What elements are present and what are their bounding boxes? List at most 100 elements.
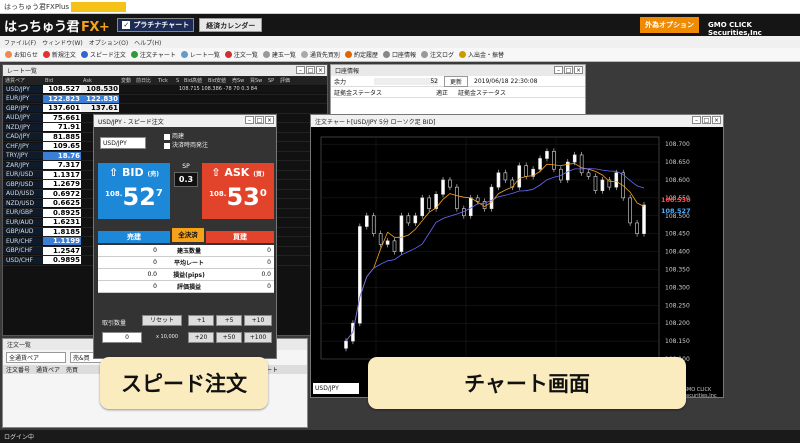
chart-screen-callout: チャート画面 (368, 357, 686, 409)
close-icon[interactable]: × (574, 66, 583, 74)
rate-bid[interactable]: 0.6972 (43, 189, 81, 198)
pair-filter-select[interactable]: 全通貨ペア (6, 352, 66, 363)
platinum-chart-button[interactable]: ✓ プラチナチャート (117, 18, 195, 32)
rate-bid[interactable]: 109.65 (43, 142, 81, 151)
plus10-button[interactable]: +10 (244, 315, 272, 326)
table-row[interactable]: GBP/JPY 137.601 137.61 (3, 104, 327, 114)
status-bar: ログイン中 (0, 430, 800, 443)
rate-bid[interactable]: 137.601 (43, 104, 81, 113)
menu-window[interactable]: ウィンドウ(W) (42, 38, 83, 47)
rate-bid[interactable]: 0.9895 (43, 256, 81, 265)
rate-pair: AUD/USD (3, 190, 43, 198)
window-titlebar: はっちゅう君FXPlus (0, 0, 800, 14)
qty-label: 取引数量 (102, 320, 127, 327)
grid-icon (300, 51, 308, 58)
rate-bid[interactable]: 1.1317 (43, 170, 81, 179)
rate-bid[interactable]: 0.6625 (43, 199, 81, 208)
plus1-button[interactable]: +1 (188, 315, 214, 326)
toolbar-speed-order[interactable]: スピード注文 (80, 50, 126, 59)
toolbar-news[interactable]: お知らせ (5, 50, 38, 59)
reset-button[interactable]: リセット (142, 315, 182, 326)
toolbar-rate-list[interactable]: レート一覧 (180, 50, 220, 59)
menu-help[interactable]: ヘルプ(H) (134, 38, 161, 47)
menu-file[interactable]: ファイル(F) (4, 38, 36, 47)
maximize-icon[interactable]: □ (564, 66, 573, 74)
plus100-button[interactable]: +100 (244, 332, 272, 343)
rate-bid[interactable]: 1.2547 (43, 246, 81, 255)
y-tick-label: 108.450 (665, 231, 690, 238)
title-highlight (71, 1, 127, 12)
candle (628, 197, 632, 224)
minimize-icon[interactable]: – (296, 66, 305, 74)
rate-bid[interactable]: 122.823 (43, 94, 81, 103)
pair-select[interactable]: USD/JPY (100, 137, 146, 149)
log-icon (420, 51, 428, 58)
candle (413, 215, 418, 224)
rate-bid[interactable]: 71.91 (43, 123, 81, 132)
sell-open-button[interactable]: 売建 (98, 231, 170, 243)
toolbar-order-log[interactable]: 注文ログ (420, 50, 454, 59)
plus5-button[interactable]: +5 (216, 315, 242, 326)
close-icon[interactable]: × (316, 66, 325, 74)
econ-calendar-button[interactable]: 経済カレンダー (199, 18, 263, 32)
ask-buy-button[interactable]: ⇧ ASK (買) 108.530 (202, 163, 274, 219)
rate-bid[interactable]: 7.317 (43, 161, 81, 170)
toolbar-order-list[interactable]: 注文一覧 (224, 50, 258, 59)
maximize-icon[interactable]: □ (702, 116, 711, 124)
toolbar: お知らせ 新規注文 スピード注文 注文チャート レート一覧 注文一覧 建玉一覧 … (0, 48, 800, 62)
toolbar-account[interactable]: 口座情報 (382, 50, 416, 59)
minimize-icon[interactable]: – (692, 116, 701, 124)
close-icon[interactable]: × (712, 116, 721, 124)
position-summary-table: 0 建玉数量 0 0 平均レート 0 0.0 損益(pips) 0.0 0 評価損益 0 (98, 245, 274, 293)
rate-pair: EUR/JPY (3, 95, 43, 103)
table-row[interactable]: EUR/JPY 122.823 122.830 (3, 94, 327, 104)
rate-ask[interactable]: 122.830 (81, 94, 119, 103)
ask-price: 108.530 (209, 183, 267, 211)
close-icon[interactable]: × (265, 116, 274, 124)
minimize-icon[interactable]: – (245, 116, 254, 124)
rate-bid[interactable]: 1.2679 (43, 180, 81, 189)
y-tick-label: 108.350 (665, 266, 690, 273)
qty-input[interactable]: 0 (102, 332, 142, 343)
rate-bid[interactable]: 0.8925 (43, 208, 81, 217)
plus50-button[interactable]: +50 (216, 332, 242, 343)
rate-bid[interactable]: 18.76 (43, 151, 81, 160)
chart-pair-select[interactable]: USD/JPY (313, 383, 359, 394)
rate-ask[interactable]: 108.530 (81, 85, 119, 94)
rate-bid[interactable]: 75.661 (43, 113, 81, 122)
speed-order-title: USD/JPY - スピード注文 (98, 118, 164, 126)
toolbar-order-chart[interactable]: 注文チャート (130, 50, 176, 59)
rate-bid[interactable]: 1.6231 (43, 218, 81, 227)
price-chart[interactable]: 108.700108.650108.600108.550108.500108.4… (311, 127, 723, 383)
account-row: 余力 52 更新 2019/06/18 22:30:08 (331, 75, 585, 87)
update-button[interactable]: 更新 (444, 75, 469, 87)
rate-bid[interactable]: 81.885 (43, 132, 81, 141)
toolbar-new-order[interactable]: 新規注文 (42, 50, 76, 59)
bid-price-label: 108.527 (661, 207, 691, 215)
toolbar-position-list[interactable]: 建玉一覧 (262, 50, 296, 59)
transfer-icon (458, 51, 466, 58)
maximize-icon[interactable]: □ (255, 116, 264, 124)
plus20-button[interactable]: +20 (188, 332, 214, 343)
rate-pair: EUR/CHF (3, 237, 43, 245)
bid-sell-button[interactable]: ⇧ BID (売) 108.527 (98, 163, 170, 219)
maximize-icon[interactable]: □ (306, 66, 315, 74)
rate-bid[interactable]: 108.527 (43, 85, 81, 94)
fx-option-button[interactable]: 外為オプション (640, 17, 699, 33)
table-row[interactable]: USD/JPY 108.527 108.530 108.715 108.386 -78… (3, 85, 327, 95)
menu-options[interactable]: オプション(O) (89, 38, 128, 47)
rate-bid[interactable]: 1.8185 (43, 227, 81, 236)
close-all-button[interactable]: 全決済 (172, 228, 204, 242)
rate-ask[interactable]: 137.61 (81, 104, 119, 113)
spread-display: SP 0.3 (174, 163, 198, 193)
minimize-icon[interactable]: – (554, 66, 563, 74)
toolbar-deposit[interactable]: 入出金・振替 (458, 50, 504, 59)
candle (364, 215, 369, 227)
close-both-checkbox[interactable]: 決済時両発注 (164, 141, 208, 150)
hedge-checkbox[interactable]: 両建 (164, 132, 208, 141)
toolbar-currency[interactable]: 通貨先買別 (300, 50, 340, 59)
rate-bid[interactable]: 1.1199 (43, 237, 81, 246)
buy-open-button[interactable]: 買建 (206, 231, 274, 243)
toolbar-history[interactable]: 約定履歴 (344, 50, 378, 59)
candle (378, 233, 383, 245)
